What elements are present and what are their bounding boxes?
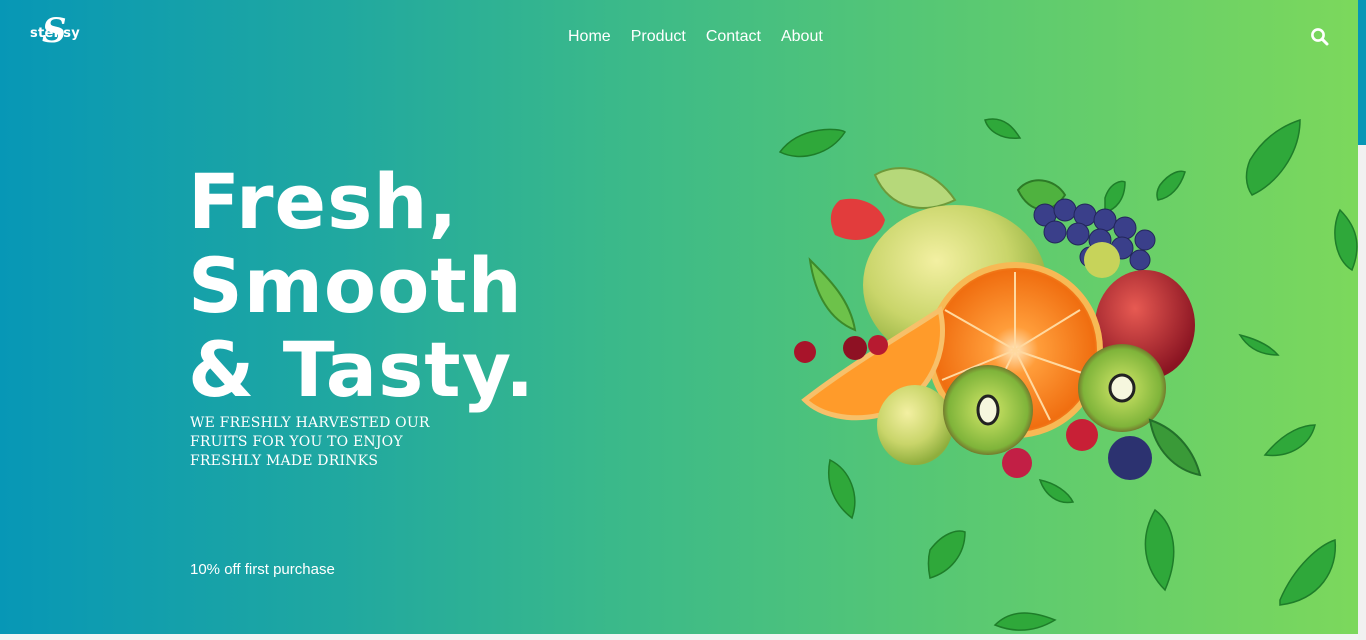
small-apple-icon: [877, 385, 953, 465]
scrollbar-thumb[interactable]: [1358, 0, 1366, 145]
leaf-icon: [1156, 170, 1186, 201]
kiwi-core: [976, 394, 1000, 426]
search-button[interactable]: [1310, 27, 1330, 47]
headline-line-2: Smooth: [188, 241, 523, 330]
pear-icon: [1084, 242, 1120, 278]
cherry-icon: [843, 336, 867, 360]
leaf-icon: [1279, 538, 1337, 606]
leaf-icon: [1263, 424, 1316, 457]
leaf-icon: [1104, 180, 1126, 213]
cherry-icon: [868, 335, 888, 355]
hero-headline: Fresh, Smooth & Tasty.: [188, 160, 535, 412]
strawberry-icon: [830, 198, 885, 240]
leaf-icon: [1245, 118, 1301, 196]
cherry-icon: [794, 341, 816, 363]
leaf-icon: [808, 257, 857, 332]
leaf-icon: [1144, 508, 1175, 592]
leaf-icon: [1148, 418, 1202, 477]
nav-contact[interactable]: Contact: [696, 27, 771, 47]
nav-product[interactable]: Product: [621, 27, 696, 47]
nav-home[interactable]: Home: [558, 27, 621, 47]
logo[interactable]: S stensy: [28, 14, 84, 52]
kiwi-core: [1108, 373, 1136, 403]
headline-line-3: & Tasty.: [188, 325, 536, 414]
fruit-illustration: [778, 118, 1358, 631]
leaf-icon: [984, 118, 1022, 139]
leaf-icon: [1334, 208, 1358, 272]
leaf-icon: [927, 530, 966, 579]
raspberry-icon: [1066, 419, 1098, 451]
leaf-icon: [1238, 333, 1280, 356]
hero-subheading: We freshly harvested our fruits for you …: [190, 415, 430, 469]
raspberry-icon: [1002, 448, 1032, 478]
promo-text: 10% off first purchase: [190, 561, 335, 578]
nav-about[interactable]: About: [771, 27, 833, 47]
search-icon: [1311, 28, 1329, 46]
blueberry-icon: [1108, 436, 1152, 480]
logo-text: stensy: [30, 26, 81, 41]
leaf-icon: [873, 167, 957, 209]
headline-line-1: Fresh,: [188, 157, 459, 246]
hero-section: S stensy Home Product Contact About Fres…: [0, 0, 1358, 634]
leaf-icon: [828, 458, 856, 520]
leaf-icon: [1038, 479, 1075, 504]
leaf-icon: [778, 128, 847, 158]
main-nav: Home Product Contact About: [558, 27, 833, 47]
leaf-icon: [993, 612, 1057, 631]
